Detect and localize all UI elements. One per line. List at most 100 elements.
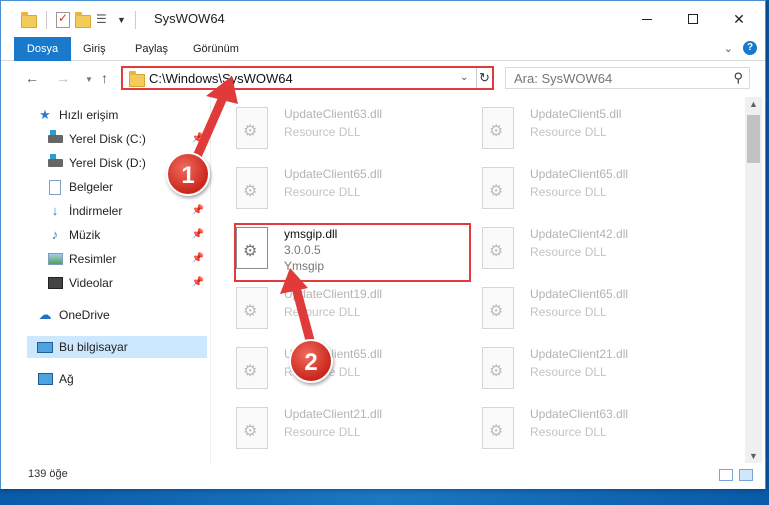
search-icon[interactable]: ⚲ — [733, 70, 743, 86]
network-icon — [37, 373, 53, 385]
file-name: UpdateClient63.dll — [530, 407, 629, 421]
dll-file-icon — [482, 227, 514, 269]
list-item[interactable]: UpdateClient63.dll Resource DLL — [458, 401, 693, 457]
callout-2: 2 — [289, 339, 333, 383]
dll-file-icon — [236, 287, 268, 329]
recent-locations-icon[interactable]: ▼ — [85, 75, 93, 84]
pin-icon[interactable]: 📌 — [192, 224, 204, 246]
file-description: Resource DLL — [530, 125, 607, 139]
pin-icon[interactable]: 📌 — [192, 272, 204, 294]
forward-arrow-icon[interactable]: → — [56, 70, 70, 86]
folder-icon — [21, 11, 37, 28]
nav-item-onedrive[interactable]: ☁ OneDrive — [37, 304, 110, 326]
nav-quick-access[interactable]: ★ Hızlı erişim — [37, 104, 118, 126]
list-item[interactable]: UpdateClient42.dll Resource DLL — [458, 221, 693, 277]
back-arrow-icon[interactable]: ← — [25, 70, 39, 86]
highlight-box — [234, 223, 471, 282]
view-switcher — [719, 469, 753, 481]
expand-ribbon-icon[interactable]: ⌄ — [724, 42, 733, 55]
downloads-icon: ↓ — [51, 203, 59, 218]
file-description: Resource DLL — [284, 185, 361, 199]
nav-item-label: Yerel Disk (C:) — [69, 132, 146, 146]
address-bar[interactable]: C:\Windows\SysWOW64 ⌄ ↻ — [121, 66, 494, 90]
tab-home[interactable]: Giriş — [83, 37, 106, 61]
list-item[interactable]: UpdateClient21.dll Resource DLL — [212, 401, 447, 457]
list-item[interactable]: UpdateClient63.dll Resource DLL — [212, 101, 447, 157]
scrollbar-thumb[interactable] — [747, 115, 760, 163]
nav-item-label: Videolar — [69, 276, 113, 290]
nav-item-this-pc[interactable]: Bu bilgisayar — [27, 336, 207, 358]
view-options-icon[interactable]: ☰ — [96, 12, 112, 28]
list-item[interactable]: UpdateClient5.dll Resource DLL — [458, 101, 693, 157]
file-description: Resource DLL — [284, 425, 361, 439]
pictures-icon — [47, 253, 63, 265]
pin-icon[interactable]: 📌 — [192, 128, 204, 150]
star-icon: ★ — [39, 107, 51, 122]
computer-icon — [37, 341, 53, 353]
documents-icon — [49, 179, 61, 195]
scroll-down-icon[interactable]: ▼ — [749, 451, 758, 461]
ribbon-tabs: Dosya Giriş Paylaş Görünüm ⌄ ? — [1, 37, 765, 61]
tab-view[interactable]: Görünüm — [193, 37, 239, 61]
pin-icon[interactable]: 📌 — [192, 248, 204, 270]
list-item[interactable]: UpdateClient65.dll Resource DLL — [212, 161, 447, 217]
list-item[interactable]: UpdateClient19.dll Resource DLL — [212, 281, 447, 337]
list-item[interactable]: UpdateClient65.dll Resource DLL — [458, 161, 693, 217]
explorer-window: ☰ ▼ SysWOW64 ✕ Dosya Giriş Paylaş Görünü… — [0, 0, 766, 489]
nav-item-network[interactable]: Ağ — [37, 368, 74, 390]
folder-icon — [129, 71, 145, 87]
nav-item-label: Müzik — [69, 228, 101, 242]
address-path[interactable]: C:\Windows\SysWOW64 — [149, 71, 293, 86]
up-arrow-icon[interactable]: ↑ — [101, 70, 108, 86]
vertical-scrollbar[interactable]: ▲ ▼ — [745, 97, 762, 463]
chevron-down-icon[interactable]: ⌄ — [460, 72, 468, 83]
nav-item-music[interactable]: ♪ Müzik 📌 — [47, 224, 211, 246]
dll-file-icon — [236, 407, 268, 449]
tiles-view-icon[interactable] — [739, 469, 753, 481]
file-name: UpdateClient63.dll — [284, 107, 383, 121]
nav-item-videos[interactable]: Videolar 📌 — [47, 272, 211, 294]
properties-icon[interactable] — [56, 11, 70, 28]
file-name: UpdateClient65.dll — [530, 167, 629, 181]
drive-icon — [47, 130, 63, 143]
details-view-icon[interactable] — [719, 469, 733, 481]
minimize-button[interactable] — [624, 1, 670, 37]
drive-icon — [47, 154, 63, 167]
nav-item-disk-c[interactable]: Yerel Disk (C:) 📌 — [47, 128, 211, 150]
refresh-icon[interactable]: ↻ — [476, 68, 492, 88]
list-item[interactable]: UpdateClient65.dll Resource DLL — [458, 281, 693, 337]
chevron-down-icon[interactable]: ▼ — [117, 15, 126, 25]
file-description: Resource DLL — [530, 245, 607, 259]
new-folder-icon[interactable] — [75, 11, 91, 28]
close-button[interactable]: ✕ — [716, 1, 762, 37]
nav-item-pictures[interactable]: Resimler 📌 — [47, 248, 211, 270]
maximize-icon — [688, 14, 698, 24]
music-icon: ♪ — [51, 227, 59, 242]
file-description: Resource DLL — [530, 365, 607, 379]
file-description: Resource DLL — [530, 305, 607, 319]
title-bar: ☰ ▼ SysWOW64 ✕ — [1, 1, 765, 37]
divider — [134, 11, 136, 29]
file-name: UpdateClient21.dll — [530, 347, 629, 361]
help-icon[interactable]: ? — [743, 41, 757, 55]
maximize-button[interactable] — [670, 1, 716, 37]
nav-item-label: Ağ — [59, 372, 74, 386]
list-item[interactable]: UpdateClient21.dll Resource DLL — [458, 341, 693, 397]
nav-item-downloads[interactable]: ↓ İndirmeler 📌 — [47, 200, 211, 222]
search-input[interactable] — [506, 68, 716, 88]
nav-item-label: Resimler — [69, 252, 117, 266]
dll-file-icon — [482, 287, 514, 329]
status-bar: 139 öğe — [1, 463, 765, 489]
search-box[interactable]: ⚲ — [505, 67, 750, 89]
file-name: UpdateClient65.dll — [530, 287, 629, 301]
tab-share[interactable]: Paylaş — [135, 37, 168, 61]
file-description: Resource DLL — [284, 125, 361, 139]
dll-file-icon — [482, 407, 514, 449]
ribbon-controls: ⌄ ? — [724, 41, 757, 55]
divider — [46, 11, 47, 29]
dll-file-icon — [482, 347, 514, 389]
pin-icon[interactable]: 📌 — [192, 200, 204, 222]
tab-file[interactable]: Dosya — [14, 37, 71, 61]
scroll-up-icon[interactable]: ▲ — [749, 99, 758, 109]
dll-file-icon — [236, 167, 268, 209]
